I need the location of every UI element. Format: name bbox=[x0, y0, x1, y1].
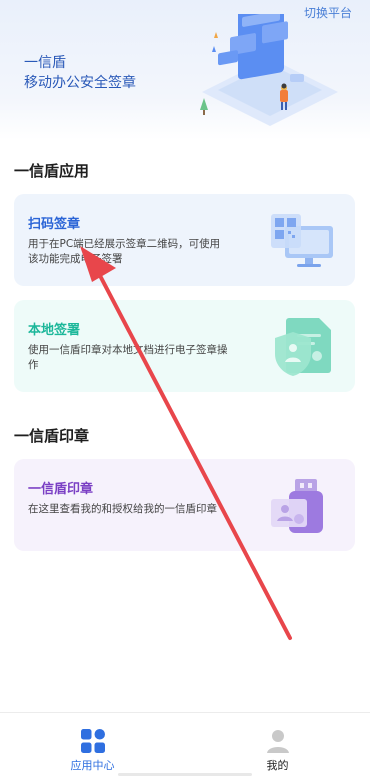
seal-card[interactable]: 一信盾印章 在这里查看我的和授权给我的一信盾印章 bbox=[14, 459, 355, 551]
section-title-seal: 一信盾印章 bbox=[14, 427, 90, 445]
scan-sign-desc: 用于在PC端已经展示签章二维码，可使用该功能完成电子签署 bbox=[28, 238, 221, 265]
section-title-apps: 一信盾应用 bbox=[14, 162, 90, 180]
home-indicator bbox=[118, 773, 252, 776]
local-sign-card[interactable]: 本地签署 使用一信盾印章对本地文档进行电子签章操作 bbox=[14, 300, 355, 392]
seal-title: 一信盾印章 bbox=[28, 482, 94, 497]
local-sign-desc: 使用一信盾印章对本地文档进行电子签章操作 bbox=[28, 344, 228, 371]
brand-title: 一信盾 bbox=[24, 55, 66, 71]
hero-illustration bbox=[200, 14, 338, 126]
tab-apps[interactable]: 应用中心 bbox=[0, 713, 185, 778]
tab-me-label: 我的 bbox=[266, 759, 289, 772]
tab-me[interactable]: 我的 bbox=[185, 713, 370, 778]
user-icon bbox=[267, 730, 289, 753]
header-banner: 切换平台 一信盾 移动办公安全签章 bbox=[0, 0, 370, 140]
bottom-tab-bar: 应用中心 我的 bbox=[0, 712, 370, 778]
grid-apps-icon bbox=[81, 729, 105, 753]
qr-monitor-icon bbox=[271, 214, 333, 267]
brand-subtitle: 移动办公安全签章 bbox=[24, 75, 136, 91]
document-shield-icon bbox=[275, 318, 331, 376]
scan-sign-card[interactable]: 扫码签章 用于在PC端已经展示签章二维码，可使用该功能完成电子签署 bbox=[14, 194, 355, 286]
tab-apps-label: 应用中心 bbox=[70, 759, 115, 772]
usb-key-icon bbox=[271, 479, 323, 533]
local-sign-title: 本地签署 bbox=[28, 323, 81, 338]
scan-sign-title: 扫码签章 bbox=[28, 217, 81, 232]
seal-desc: 在这里查看我的和授权给我的一信盾印章 bbox=[28, 503, 217, 515]
